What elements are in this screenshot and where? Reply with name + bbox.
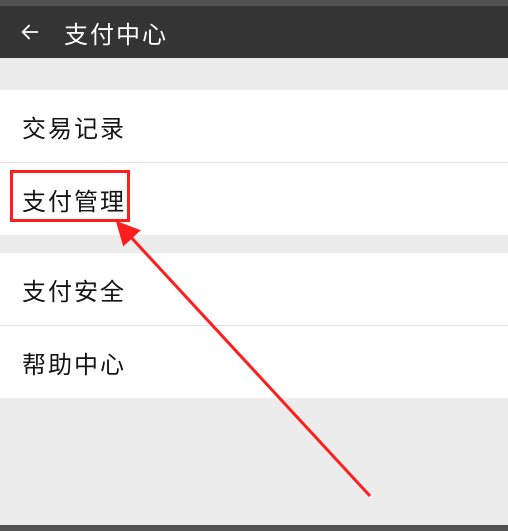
menu-item-label: 支付管理 <box>22 182 126 217</box>
arrow-left-icon <box>19 21 41 43</box>
menu-item-label: 支付安全 <box>22 272 126 307</box>
menu-item-payment-security[interactable]: 支付安全 <box>0 253 508 325</box>
menu-item-label: 交易记录 <box>22 109 126 144</box>
menu-item-help-center[interactable]: 帮助中心 <box>0 326 508 398</box>
menu-item-transactions[interactable]: 交易记录 <box>0 90 508 162</box>
header-bar: 支付中心 <box>0 6 508 58</box>
page-title: 支付中心 <box>64 15 168 50</box>
menu-item-payment-manage[interactable]: 支付管理 <box>0 163 508 235</box>
menu-group-1: 交易记录 支付管理 <box>0 90 508 235</box>
menu-item-label: 帮助中心 <box>22 345 126 380</box>
back-button[interactable] <box>10 12 50 52</box>
section-gap <box>0 235 508 253</box>
app-frame: 支付中心 交易记录 支付管理 支付安全 帮助中心 <box>0 0 508 531</box>
section-gap <box>0 58 508 90</box>
menu-group-2: 支付安全 帮助中心 <box>0 253 508 398</box>
